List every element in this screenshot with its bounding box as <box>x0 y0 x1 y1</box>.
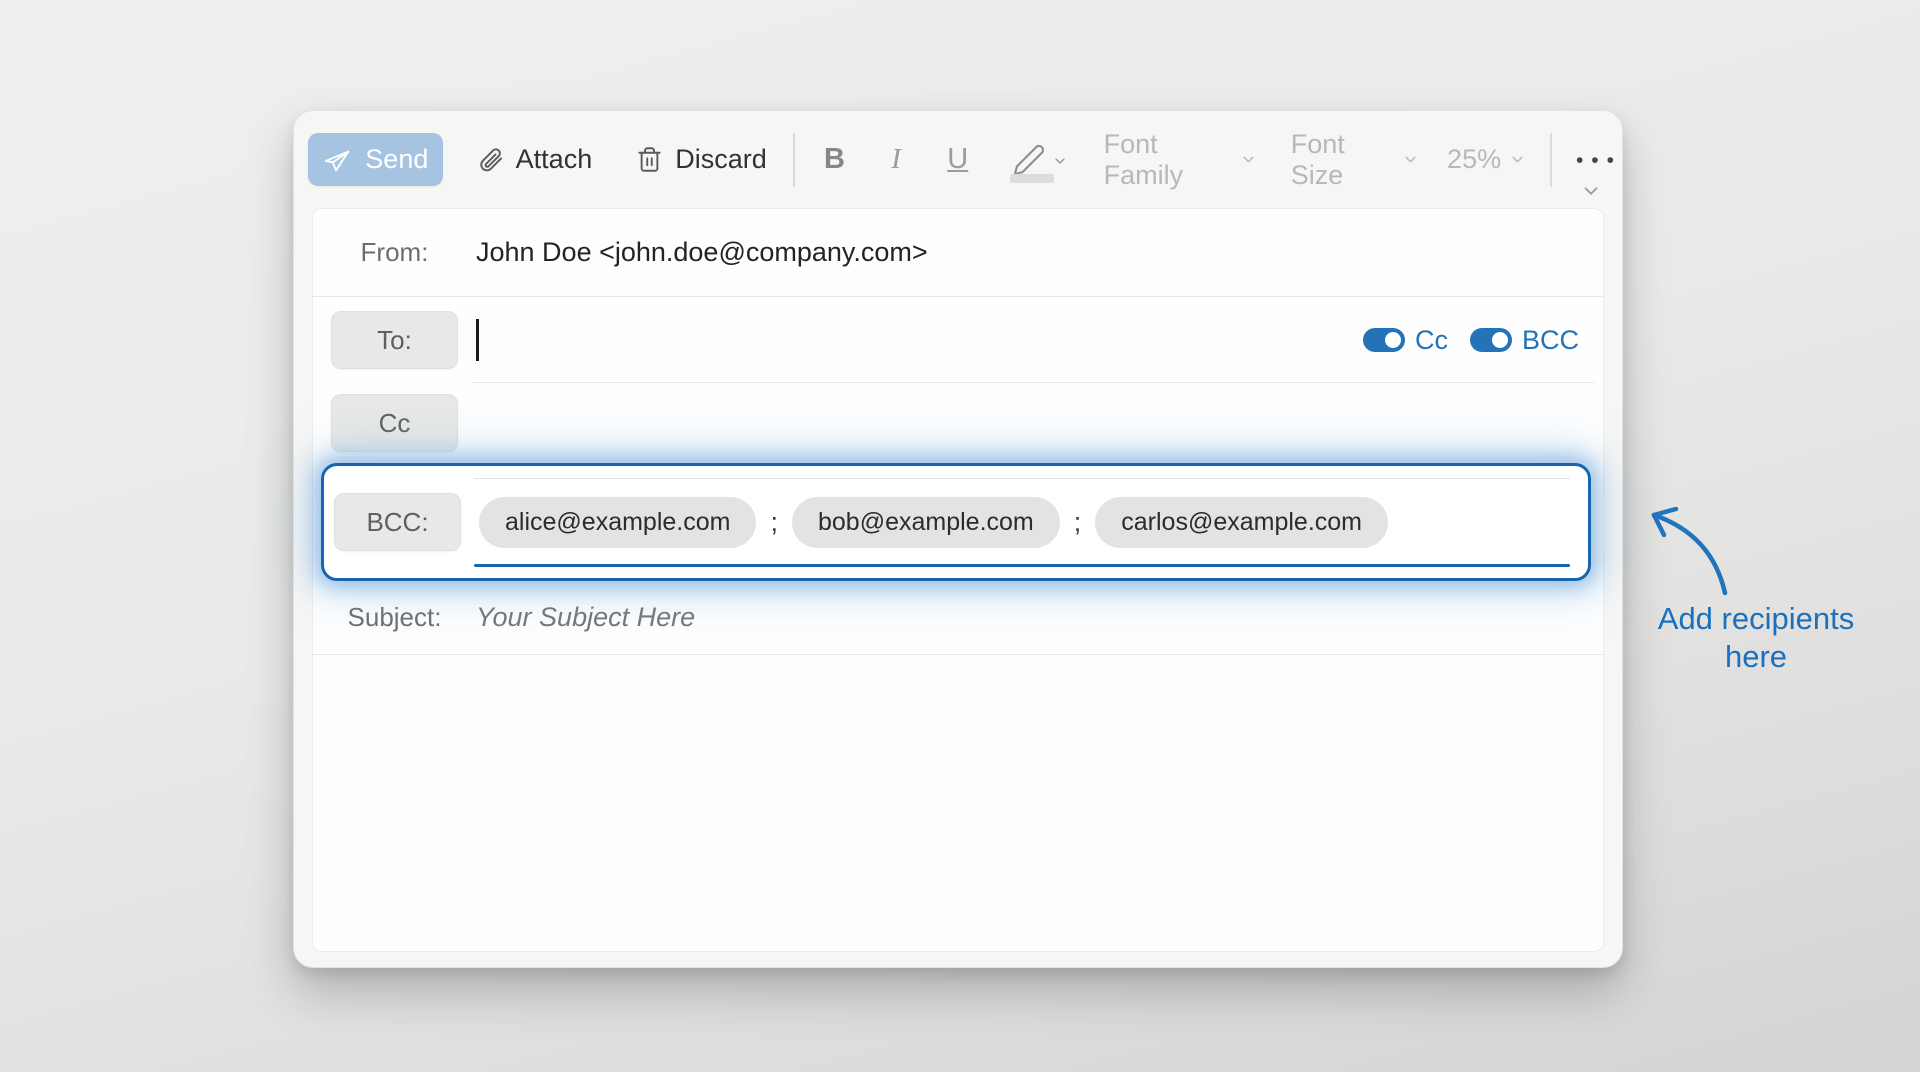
font-size-label: Font Size <box>1291 129 1394 191</box>
highlight-color-swatch <box>1010 174 1054 183</box>
italic-button[interactable]: I <box>882 143 910 176</box>
chevron-down-icon <box>1509 151 1526 168</box>
from-row: From: John Doe <john.doe@company.com> <box>313 209 1603 297</box>
bcc-field-underline <box>474 564 1570 567</box>
highlighter-icon <box>1012 143 1046 177</box>
bcc-top-hairline <box>474 478 1570 479</box>
annotation-text: Add recipients here <box>1636 600 1876 676</box>
to-field-button[interactable]: To: <box>331 311 458 369</box>
compose-toolbar: Send Attach <box>294 111 1622 208</box>
discard-label: Discard <box>675 144 767 175</box>
recipient-separator: ; <box>1074 507 1082 538</box>
more-options-button[interactable]: ••• <box>1576 147 1622 173</box>
annotation-arrow-icon <box>1630 495 1790 615</box>
recipient-chip[interactable]: alice@example.com <box>479 497 756 548</box>
chevron-down-icon <box>1240 151 1257 168</box>
font-family-label: Font Family <box>1104 129 1232 191</box>
attach-button[interactable]: Attach <box>477 144 593 175</box>
cc-toggle-switch <box>1363 328 1405 352</box>
recipient-chip[interactable]: bob@example.com <box>792 497 1060 548</box>
zoom-dropdown[interactable]: 25% <box>1447 144 1526 175</box>
bcc-toggle-switch <box>1470 328 1512 352</box>
recipient-separator: ; <box>770 507 778 538</box>
zoom-value: 25% <box>1447 144 1501 175</box>
to-row: To: Cc BCC <box>313 297 1603 383</box>
discard-button[interactable]: Discard <box>636 144 767 175</box>
attach-label: Attach <box>516 144 593 175</box>
underline-button[interactable]: U <box>944 143 972 176</box>
to-input[interactable] <box>458 297 1363 383</box>
text-cursor <box>476 319 479 361</box>
bcc-toggle[interactable]: BCC <box>1470 325 1579 356</box>
bcc-field-button[interactable]: BCC: <box>334 493 461 551</box>
cc-row: Cc <box>313 383 1603 463</box>
trash-icon <box>636 146 663 173</box>
from-value: John Doe <john.doe@company.com> <box>476 237 928 268</box>
toolbar-divider <box>793 133 795 187</box>
compose-window: Send Attach <box>293 110 1623 968</box>
highlight-button[interactable] <box>1012 143 1068 177</box>
chevron-down-icon <box>1402 151 1419 168</box>
cc-toggle-label: Cc <box>1415 325 1448 356</box>
toolbar-collapse-chevron[interactable] <box>1580 180 1602 202</box>
send-label: Send <box>365 144 428 175</box>
annotation-line1: Add recipients <box>1636 600 1876 638</box>
chevron-down-icon <box>1052 153 1068 169</box>
bcc-input[interactable]: alice@example.com ; bob@example.com ; ca… <box>479 466 1588 578</box>
cc-toggle[interactable]: Cc <box>1363 325 1448 356</box>
send-button[interactable]: Send <box>308 133 443 186</box>
paperclip-icon <box>477 146 504 173</box>
send-icon <box>322 145 352 175</box>
cc-field-button[interactable]: Cc <box>331 394 458 452</box>
bcc-row-highlighted: BCC: alice@example.com ; bob@example.com… <box>321 463 1591 581</box>
message-body[interactable] <box>313 655 1603 951</box>
message-panel: From: John Doe <john.doe@company.com> To… <box>312 208 1604 952</box>
subject-input[interactable]: Your Subject Here <box>476 602 1603 633</box>
bcc-toggle-label: BCC <box>1522 325 1579 356</box>
email-compose-screen: Send Attach <box>0 0 1920 1072</box>
font-size-dropdown[interactable]: Font Size <box>1291 129 1419 191</box>
toolbar-divider <box>1550 133 1552 187</box>
bold-button[interactable]: B <box>821 143 849 176</box>
annotation-line2: here <box>1636 638 1876 676</box>
recipient-toggles: Cc BCC <box>1363 325 1579 356</box>
subject-row: Subject: Your Subject Here <box>313 581 1603 655</box>
font-family-dropdown[interactable]: Font Family <box>1104 129 1257 191</box>
from-label: From: <box>331 237 458 268</box>
subject-label: Subject: <box>331 602 458 633</box>
recipient-chip[interactable]: carlos@example.com <box>1095 497 1388 548</box>
